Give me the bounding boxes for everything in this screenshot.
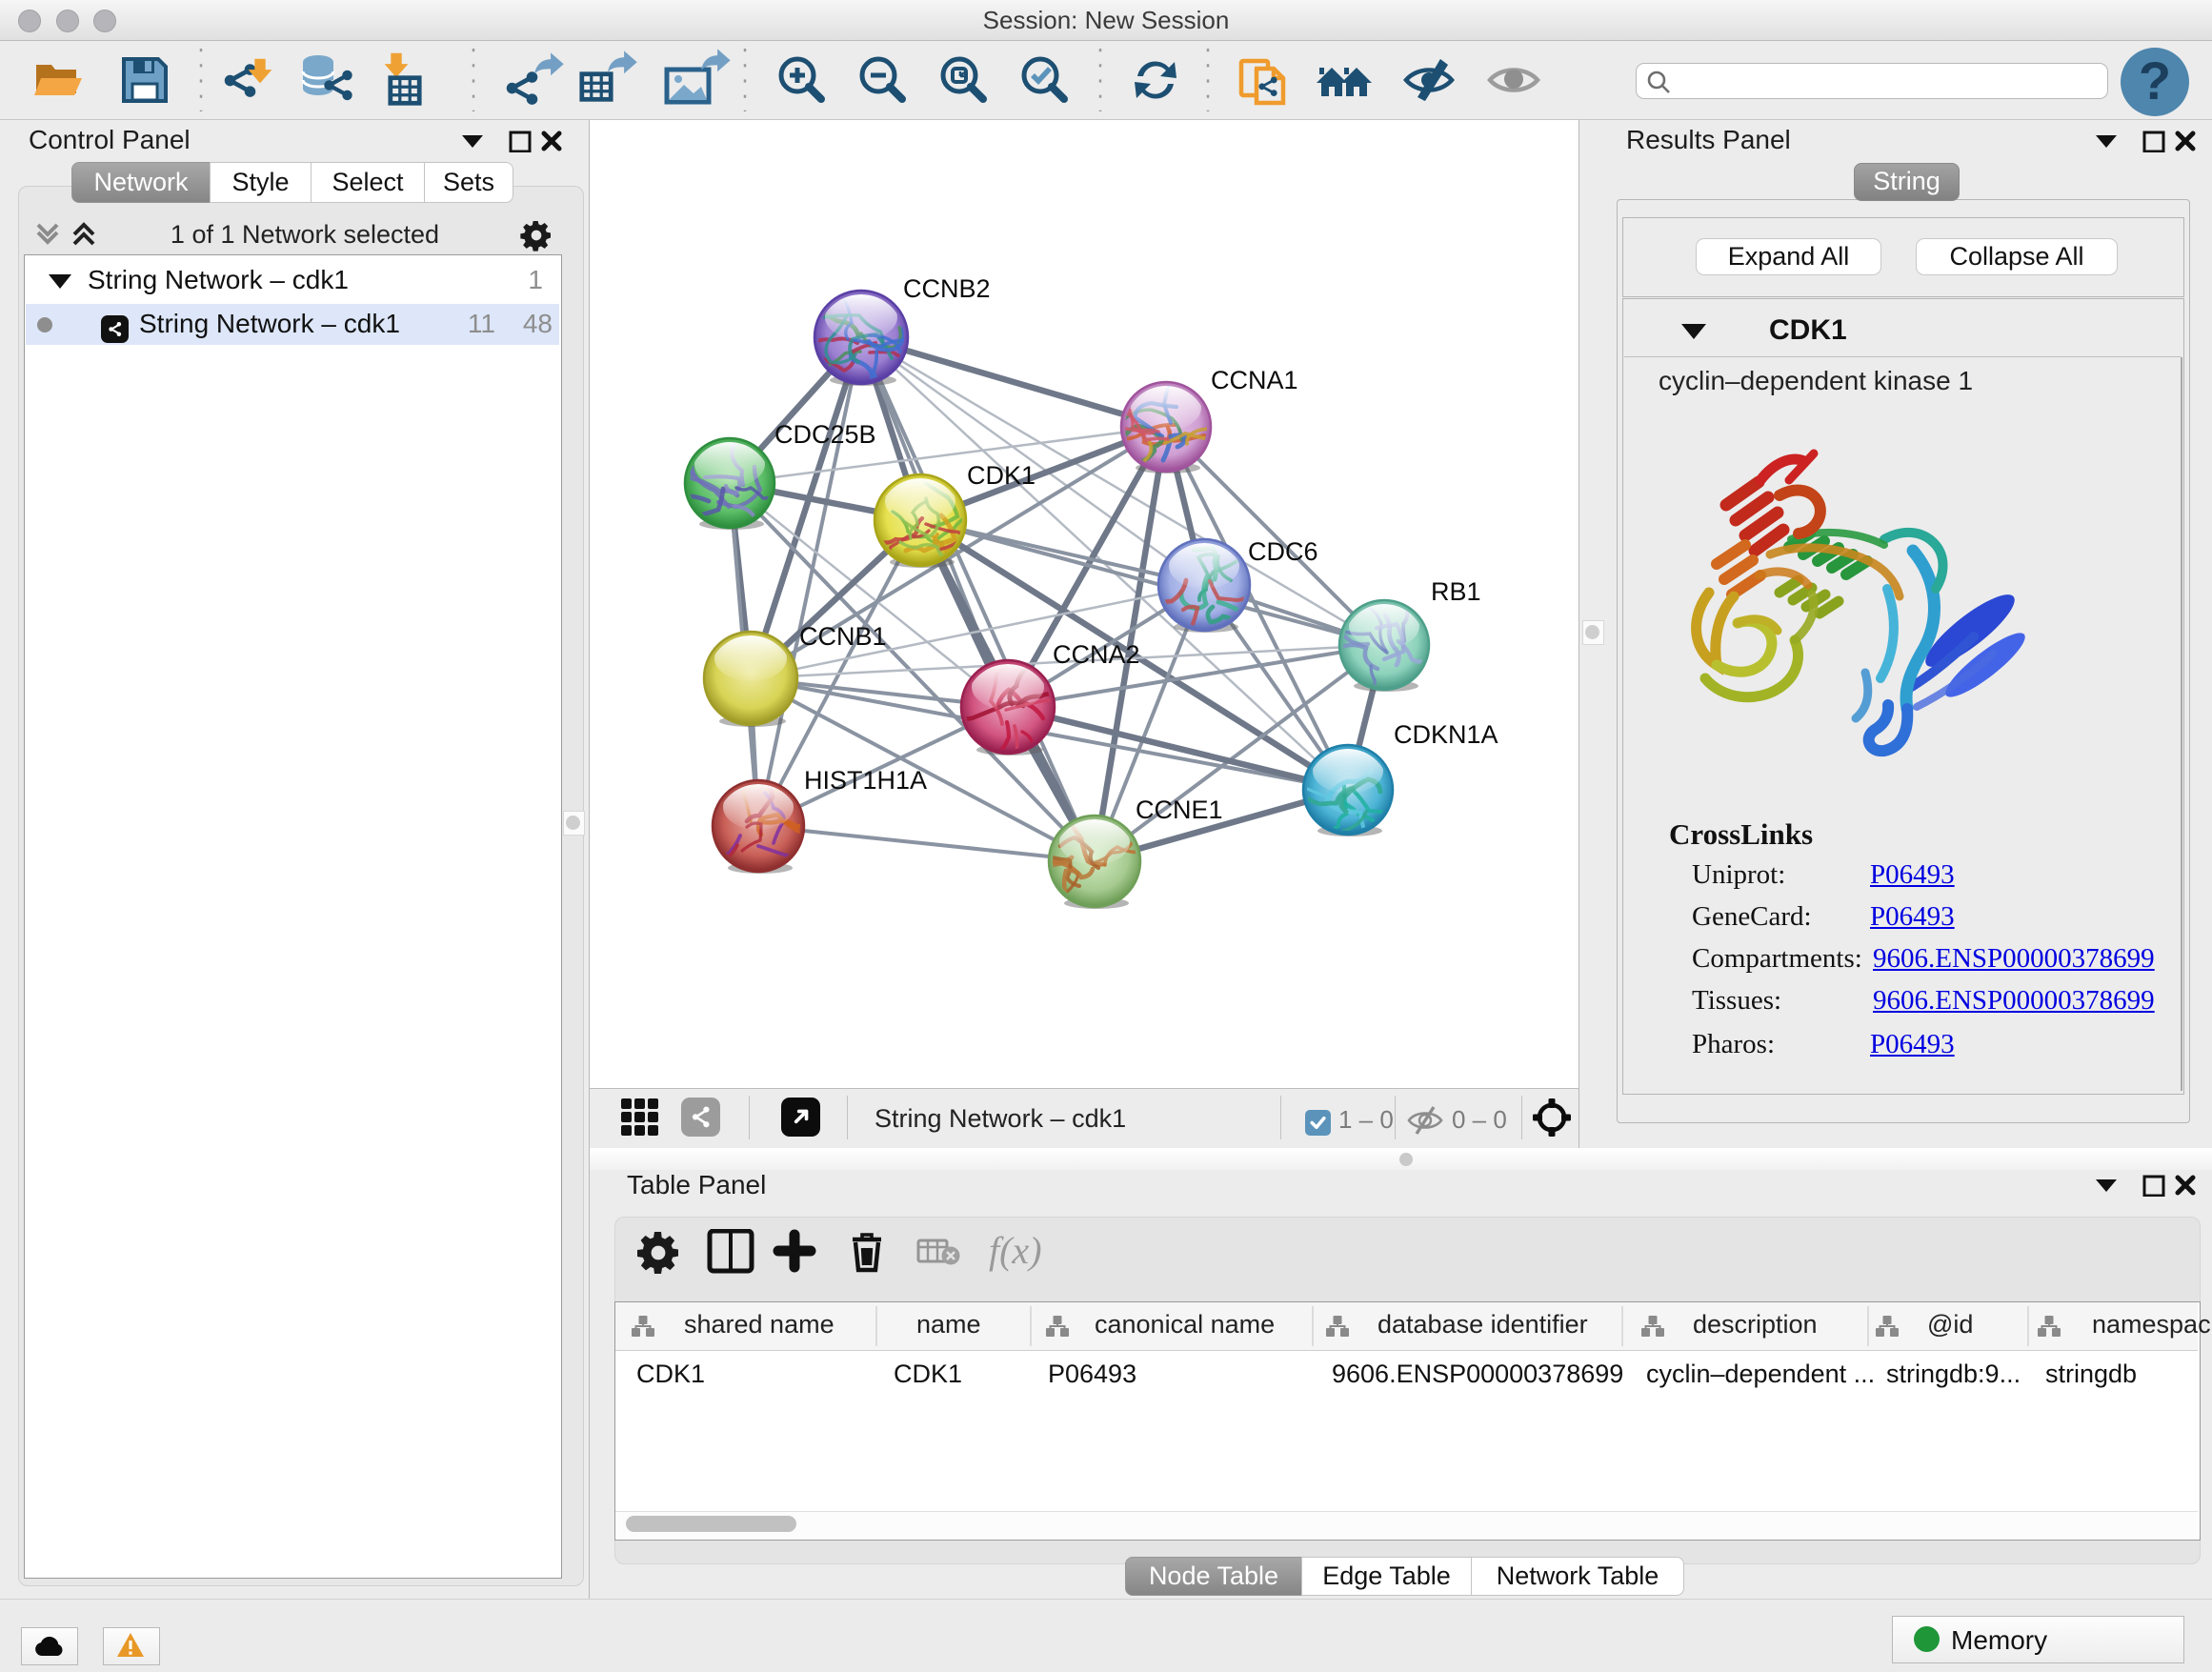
svg-text:CCNA2: CCNA2 <box>1053 640 1140 669</box>
svg-text:f(x): f(x) <box>989 1229 1042 1272</box>
svg-text:HIST1H1A: HIST1H1A <box>804 766 927 795</box>
svg-text:CCNE1: CCNE1 <box>1136 796 1223 824</box>
svg-text:CDKN1A: CDKN1A <box>1394 720 1498 749</box>
svg-text:CCNB2: CCNB2 <box>903 274 991 303</box>
svg-text:CDC25B: CDC25B <box>774 420 876 449</box>
svg-text:RB1: RB1 <box>1431 577 1481 606</box>
svg-text:CDK1: CDK1 <box>967 461 1036 490</box>
svg-text:CCNB1: CCNB1 <box>799 622 887 651</box>
svg-text:CDC6: CDC6 <box>1248 537 1318 566</box>
svg-text:CCNA1: CCNA1 <box>1211 366 1298 394</box>
